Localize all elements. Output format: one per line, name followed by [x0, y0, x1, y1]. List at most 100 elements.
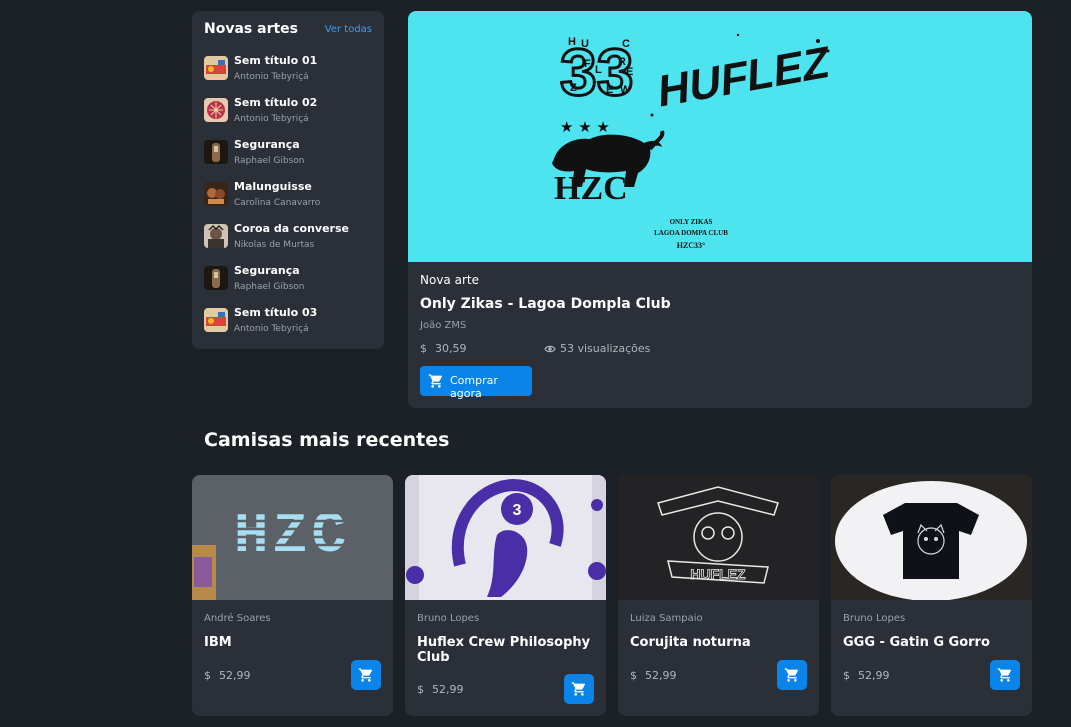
product-card[interactable]: HZC André Soares IBM $52,99 [192, 475, 393, 716]
add-to-cart-button[interactable] [777, 660, 807, 690]
art-thumbnail [204, 98, 228, 122]
art-list-item[interactable]: Coroa da converse Nikolas de Murtas [204, 222, 374, 256]
art-logo-letter: W [620, 84, 631, 96]
featured-price: $30,59 [420, 342, 467, 355]
shopping-cart-icon [358, 668, 373, 682]
currency-symbol: $ [630, 669, 637, 682]
art-thumbnail [204, 56, 228, 80]
art-thumbnail [204, 182, 228, 206]
featured-title[interactable]: Only Zikas - Lagoa Dompla Club [420, 296, 671, 312]
art-author: Carolina Canavarro [234, 198, 321, 208]
art-list-item[interactable]: Sem título 02 Antonio Tebyriçá [204, 96, 374, 130]
art-name: Malunguisse [234, 180, 312, 193]
featured-views: 53 visualizações [544, 342, 650, 355]
product-title[interactable]: IBM [204, 635, 384, 650]
shirt-print: 3 [513, 502, 522, 519]
price-value: 30,59 [435, 342, 467, 355]
art-author: Nikolas de Murtas [234, 240, 315, 250]
product-seller[interactable]: Bruno Lopes [417, 613, 479, 624]
art-list-item[interactable]: Malunguisse Carolina Canavarro [204, 180, 374, 214]
product-image[interactable]: HUFLEZ [618, 475, 819, 600]
buy-now-button[interactable]: Comprar agora [420, 366, 532, 400]
art-name: Coroa da converse [234, 222, 349, 235]
views-count: 53 visualizações [560, 342, 651, 355]
shopping-cart-icon [571, 682, 586, 696]
product-image[interactable]: HZC [192, 475, 393, 600]
art-logo-letter: C [622, 38, 630, 50]
art-logo-letter: Z [570, 82, 577, 94]
art-list-item[interactable]: Sem título 03 Antonio Tebyriçá [204, 306, 374, 340]
add-to-cart-button[interactable] [990, 660, 1020, 690]
currency-symbol: $ [417, 683, 424, 696]
price-value: 52,99 [858, 669, 890, 682]
buy-now-label: Comprar agora [450, 374, 498, 400]
art-caption-line: ONLY ZIKAS [670, 218, 713, 226]
new-arts-title: Novas artes [204, 21, 298, 37]
shirt-print: HUFLEZ [690, 566, 746, 582]
product-card[interactable]: 3 Bruno Lopes Huflex Crew Philosophy Clu… [405, 475, 606, 716]
art-thumbnail [204, 140, 228, 164]
product-price: $52,99 [204, 669, 251, 682]
featured-label: Nova arte [420, 273, 479, 287]
product-price: $52,99 [417, 683, 464, 696]
shopping-cart-icon [784, 668, 799, 682]
product-seller[interactable]: André Soares [204, 613, 271, 624]
product-price: $52,99 [843, 669, 890, 682]
art-logo-letter: R [618, 56, 626, 68]
see-all-link[interactable]: Ver todas [325, 24, 372, 35]
art-badge: HZC [554, 170, 628, 207]
currency-symbol: $ [420, 342, 427, 355]
art-author: Raphael Gibson [234, 156, 305, 166]
art-name: Segurança [234, 264, 300, 277]
art-logo-letter: E [626, 66, 633, 78]
new-arts-panel: Novas artes Ver todas Sem título 01 Anto… [192, 11, 384, 349]
product-card[interactable]: HUFLEZ Luiza Sampaio Corujita noturna $5… [618, 475, 819, 716]
art-thumbnail [204, 308, 228, 332]
product-image[interactable] [831, 475, 1032, 601]
price-value: 52,99 [432, 683, 464, 696]
art-stars: ★ ★ ★ [560, 118, 610, 136]
art-name: Sem título 03 [234, 306, 318, 319]
art-caption-line: HZC33° [677, 241, 706, 250]
art-name: Sem título 02 [234, 96, 318, 109]
product-card[interactable]: Bruno Lopes GGG - Gatin G Gorro $52,99 [831, 475, 1032, 716]
featured-art-card: 33 H U C F L R E Z E W HUFLEZ ★ ★ ★ HZC … [408, 11, 1032, 408]
featured-author[interactable]: João ZMS [420, 320, 466, 331]
art-author: Antonio Tebyriçá [234, 324, 309, 334]
art-thumbnail [204, 266, 228, 290]
art-logo-letter: U [581, 38, 589, 50]
art-author: Raphael Gibson [234, 282, 305, 292]
product-title[interactable]: Huflex Crew Philosophy Club [417, 635, 597, 665]
art-list-item[interactable]: Segurança Raphael Gibson [204, 264, 374, 298]
add-to-cart-button[interactable] [564, 674, 594, 704]
currency-symbol: $ [204, 669, 211, 682]
featured-art-image[interactable]: 33 H U C F L R E Z E W HUFLEZ ★ ★ ★ HZC … [408, 11, 1032, 262]
art-name: Segurança [234, 138, 300, 151]
section-title: Camisas mais recentes [204, 429, 450, 451]
new-arts-header: Novas artes Ver todas [204, 21, 372, 41]
price-value: 52,99 [219, 669, 251, 682]
currency-symbol: $ [843, 669, 850, 682]
art-logo-letter: E [606, 84, 613, 96]
art-caption-line: LAGOA DOMPA CLUB [654, 229, 728, 237]
eye-icon [544, 345, 556, 353]
product-price: $52,99 [630, 669, 677, 682]
product-title[interactable]: GGG - Gatin G Gorro [843, 635, 1023, 650]
art-list-item[interactable]: Segurança Raphael Gibson [204, 138, 374, 172]
product-seller[interactable]: Luiza Sampaio [630, 613, 703, 624]
price-value: 52,99 [645, 669, 677, 682]
product-image[interactable]: 3 [405, 475, 606, 600]
shopping-cart-icon [428, 374, 443, 388]
art-name: Sem título 01 [234, 54, 318, 67]
art-author: Antonio Tebyriçá [234, 114, 309, 124]
art-logo-letter: H [568, 36, 576, 48]
shopping-cart-icon [997, 668, 1012, 682]
art-thumbnail [204, 224, 228, 248]
product-seller[interactable]: Bruno Lopes [843, 613, 905, 624]
art-wordmark: HUFLEZ [658, 37, 831, 117]
product-title[interactable]: Corujita noturna [630, 635, 810, 650]
art-logo-letter: F [584, 58, 591, 70]
art-list-item[interactable]: Sem título 01 Antonio Tebyriçá [204, 54, 374, 88]
art-logo-letter: L [595, 64, 602, 76]
add-to-cart-button[interactable] [351, 660, 381, 690]
